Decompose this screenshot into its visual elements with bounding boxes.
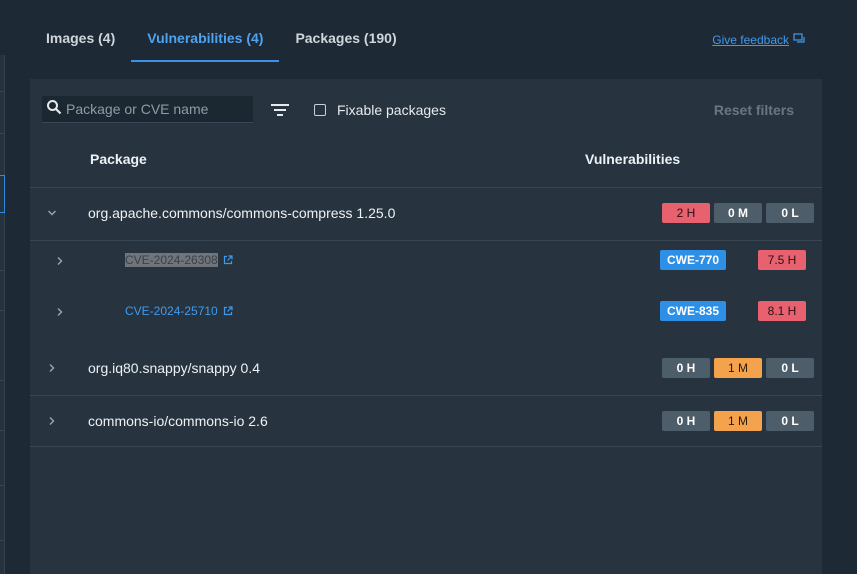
filter-bar: Fixable packages Reset filters	[42, 96, 822, 124]
chevron-right-icon[interactable]	[55, 256, 65, 266]
cve-id: CVE-2024-26308	[125, 253, 218, 267]
low-count-badge: 0 L	[766, 411, 814, 431]
give-feedback-label: Give feedback	[712, 32, 789, 47]
severity-counts: 0 H 1 M 0 L	[662, 358, 814, 378]
medium-count-badge: 1 M	[714, 358, 762, 378]
sidebar-divider	[0, 270, 5, 271]
package-row[interactable]: org.iq80.snappy/snappy 0.4 0 H 1 M 0 L	[30, 343, 822, 395]
cwe-badge[interactable]: CWE-770	[660, 250, 726, 270]
sidebar-selected-item[interactable]	[0, 175, 5, 213]
high-count-badge: 2 H	[662, 203, 710, 223]
external-link-icon	[223, 306, 233, 316]
package-name: org.iq80.snappy/snappy 0.4	[88, 360, 261, 376]
search-box[interactable]	[42, 96, 253, 123]
sidebar-divider	[0, 540, 5, 541]
cvss-score-badge: 7.5 H	[758, 250, 806, 270]
cve-row[interactable]: CVE-2024-26308 CWE-770 7.5 H	[30, 240, 822, 292]
severity-counts: 2 H 0 M 0 L	[662, 203, 814, 223]
sidebar-divider	[0, 91, 5, 92]
search-icon	[42, 99, 62, 120]
chevron-right-icon[interactable]	[47, 416, 57, 426]
medium-count-badge: 1 M	[714, 411, 762, 431]
feedback-icon	[793, 32, 805, 47]
tab-bar: Images (4) Vulnerabilities (4) Packages …	[30, 0, 413, 62]
high-count-badge: 0 H	[662, 411, 710, 431]
reset-filters-button[interactable]: Reset filters	[714, 102, 794, 118]
severity-counts: 0 H 1 M 0 L	[662, 411, 814, 431]
cwe-badge[interactable]: CWE-835	[660, 301, 726, 321]
cve-id: CVE-2024-25710	[125, 304, 218, 318]
low-count-badge: 0 L	[766, 203, 814, 223]
search-input[interactable]	[66, 101, 246, 117]
high-count-badge: 0 H	[662, 358, 710, 378]
sidebar-divider	[0, 310, 5, 311]
fixable-checkbox[interactable]	[314, 104, 326, 116]
sidebar-divider	[0, 380, 5, 381]
filter-icon[interactable]	[270, 101, 290, 119]
medium-count-badge: 0 M	[714, 203, 762, 223]
cve-link[interactable]: CVE-2024-25710	[125, 304, 233, 318]
tab-packages[interactable]: Packages (190)	[279, 0, 412, 62]
cve-row[interactable]: CVE-2024-25710 CWE-835 8.1 H	[30, 292, 822, 344]
column-header-vulnerabilities[interactable]: Vulnerabilities	[585, 151, 680, 167]
low-count-badge: 0 L	[766, 358, 814, 378]
cvss-score-badge: 8.1 H	[758, 301, 806, 321]
chevron-down-icon[interactable]	[47, 208, 57, 218]
sidebar-divider	[0, 133, 5, 134]
fixable-label: Fixable packages	[337, 102, 446, 118]
give-feedback-link[interactable]: Give feedback	[712, 32, 805, 47]
sidebar-divider	[0, 485, 5, 486]
cve-link[interactable]: CVE-2024-26308	[125, 253, 233, 267]
sidebar-divider	[0, 430, 5, 431]
package-name: org.apache.commons/commons-compress 1.25…	[88, 205, 396, 221]
external-link-icon	[223, 255, 233, 265]
tab-images[interactable]: Images (4)	[30, 0, 131, 62]
package-row[interactable]: org.apache.commons/commons-compress 1.25…	[30, 187, 822, 239]
column-header-package[interactable]: Package	[90, 151, 147, 167]
chevron-right-icon[interactable]	[55, 307, 65, 317]
chevron-right-icon[interactable]	[47, 363, 57, 373]
tab-vulnerabilities[interactable]: Vulnerabilities (4)	[131, 0, 280, 62]
package-row[interactable]: commons-io/commons-io 2.6 0 H 1 M 0 L	[30, 395, 822, 447]
sidebar-edge	[0, 55, 5, 574]
vulnerabilities-panel: Fixable packages Reset filters Package V…	[30, 79, 822, 574]
package-name: commons-io/commons-io 2.6	[88, 413, 268, 429]
